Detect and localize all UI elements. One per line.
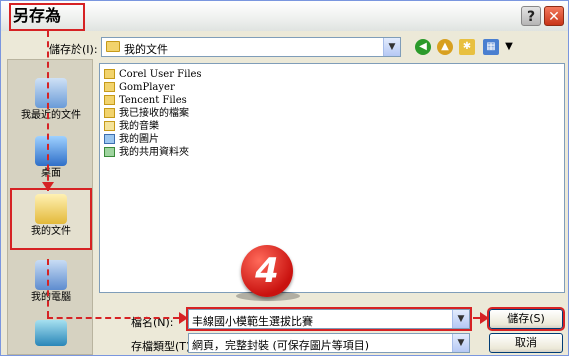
file-name: 我的圖片 bbox=[119, 134, 159, 145]
file-list[interactable]: Corel User Files GomPlayer Tencent Files… bbox=[99, 63, 565, 293]
place-my-computer[interactable]: 我的電腦 bbox=[12, 256, 90, 312]
save-in-value: 我的文件 bbox=[124, 43, 168, 56]
recent-documents-icon bbox=[35, 78, 67, 108]
up-folder-icon[interactable]: ▲ bbox=[437, 39, 453, 55]
place-desktop[interactable]: 桌面 bbox=[12, 132, 90, 188]
annotation-line-vertical-lower bbox=[47, 259, 49, 317]
new-folder-icon[interactable]: ✱ bbox=[459, 39, 475, 55]
place-label: 我的電腦 bbox=[31, 292, 71, 303]
file-name: 我的共用資料夾 bbox=[119, 147, 189, 158]
chevron-down-icon[interactable]: ▼ bbox=[452, 310, 469, 328]
cancel-button[interactable]: 取消 bbox=[489, 333, 563, 353]
folder-icon bbox=[104, 82, 115, 92]
help-button[interactable]: ? bbox=[521, 6, 541, 26]
folder-icon bbox=[104, 108, 115, 118]
my-documents-icon bbox=[106, 41, 120, 52]
save-in-dropdown[interactable]: 我的文件 ▼ bbox=[101, 37, 401, 57]
folder-icon bbox=[104, 95, 115, 105]
chevron-down-icon[interactable]: ▼ bbox=[383, 38, 400, 56]
place-label: 我的文件 bbox=[31, 226, 71, 237]
annotation-line-vertical bbox=[47, 31, 49, 191]
close-button[interactable]: ✕ bbox=[544, 6, 564, 26]
save-button[interactable]: 儲存(S) bbox=[487, 307, 565, 331]
place-recent[interactable]: 我最近的文件 bbox=[12, 74, 90, 130]
title-bar: 另存為 ? ✕ bbox=[1, 1, 568, 31]
file-name: 我的音樂 bbox=[119, 121, 159, 132]
file-name: Corel User Files bbox=[119, 69, 202, 80]
file-name: GomPlayer bbox=[119, 82, 175, 93]
dialog-title: 另存為 bbox=[9, 3, 85, 31]
save-as-dialog: 另存為 ? ✕ 儲存於(I): 我的文件 ▼ ◀ ▲ ✱ ▦ ▼ 我最近的文件 … bbox=[0, 0, 569, 356]
place-label: 桌面 bbox=[41, 168, 61, 179]
annotation-arrow-to-save bbox=[480, 312, 489, 324]
places-bar: 我最近的文件 桌面 我的文件 我的電腦 bbox=[7, 59, 93, 355]
annotation-line-to-filename bbox=[47, 317, 179, 319]
toolbar: ◀ ▲ ✱ ▦ ▼ bbox=[411, 37, 521, 57]
place-label: 我最近的文件 bbox=[21, 110, 81, 121]
place-network[interactable] bbox=[12, 316, 90, 350]
filetype-select[interactable]: 網頁，完整封裝 (可保存圖片等項目) ▼ bbox=[188, 333, 470, 353]
filename-input[interactable]: 丰線國小模範生選拔比賽 ▼ bbox=[186, 307, 472, 331]
views-menu-icon[interactable]: ▦ bbox=[483, 39, 499, 55]
music-folder-icon bbox=[104, 121, 115, 131]
my-documents-folder-icon bbox=[35, 194, 67, 224]
folder-icon bbox=[104, 69, 115, 79]
desktop-icon bbox=[35, 136, 67, 166]
filetype-label: 存檔類型(T): bbox=[131, 340, 195, 353]
chevron-down-icon[interactable]: ▼ bbox=[452, 334, 469, 352]
pictures-folder-icon bbox=[104, 134, 115, 144]
file-name: 我已接收的檔案 bbox=[119, 108, 189, 119]
step-number-badge: 4 bbox=[241, 245, 293, 297]
shared-folder-icon bbox=[104, 147, 115, 157]
my-computer-icon bbox=[35, 260, 67, 290]
views-dropdown-icon[interactable]: ▼ bbox=[501, 39, 517, 55]
annotation-arrow-right bbox=[179, 312, 188, 324]
place-my-documents[interactable]: 我的文件 bbox=[10, 188, 92, 250]
back-icon[interactable]: ◀ bbox=[415, 39, 431, 55]
network-places-icon bbox=[35, 320, 67, 346]
file-name: Tencent Files bbox=[119, 95, 187, 106]
filetype-value: 網頁，完整封裝 (可保存圖片等項目) bbox=[192, 339, 370, 352]
filename-value: 丰線國小模範生選拔比賽 bbox=[192, 315, 313, 328]
annotation-arrow-down bbox=[42, 182, 54, 191]
save-in-label: 儲存於(I): bbox=[49, 43, 98, 56]
